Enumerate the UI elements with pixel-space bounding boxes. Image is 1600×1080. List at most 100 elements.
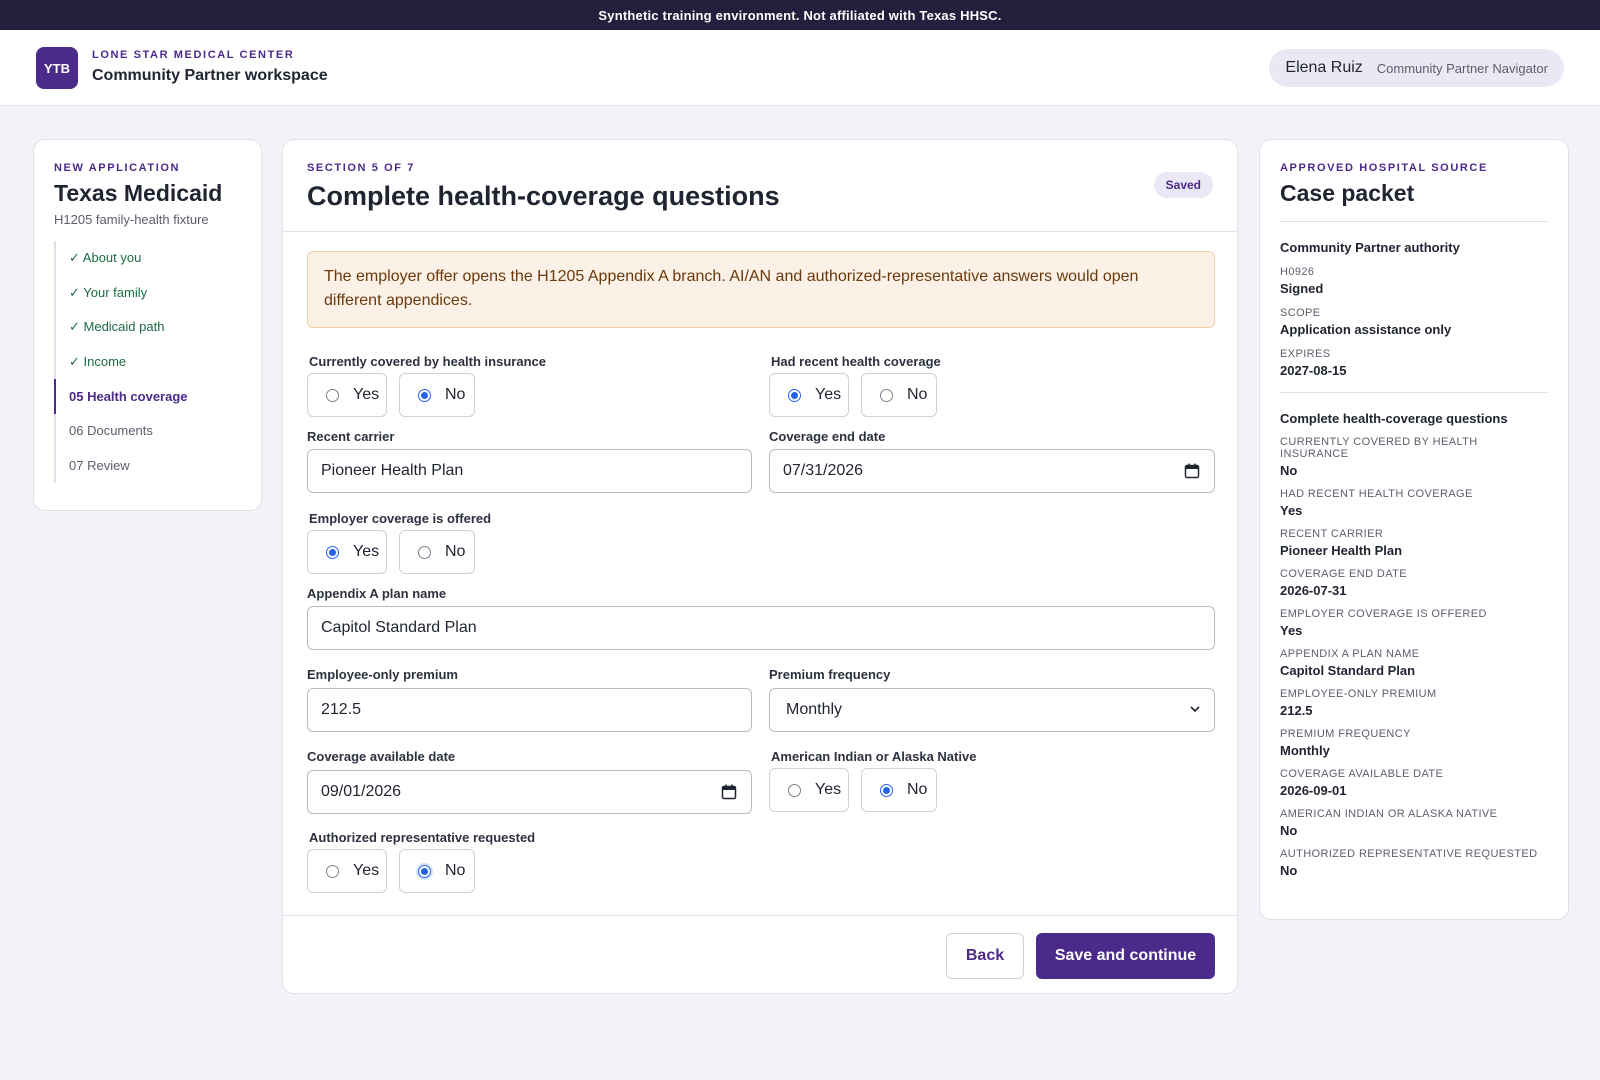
form-header: SECTION 5 OF 7 Complete health-coverage … — [283, 140, 1237, 232]
radio-selected-icon — [418, 388, 431, 402]
packet-key: RECENT CARRIER — [1280, 528, 1384, 540]
currently-covered-no[interactable]: No — [399, 373, 475, 417]
packet-value: Capitol Standard Plan — [1280, 663, 1416, 678]
packet-value: No — [1280, 463, 1298, 478]
packet-value: 2026-07-31 — [1280, 583, 1347, 598]
step-income[interactable]: ✓ Income — [54, 345, 241, 380]
packet-key: CURRENTLY COVERED BY HEALTH INSURANCE — [1280, 436, 1478, 460]
chevron-down-icon — [1190, 706, 1200, 713]
recent-coverage-yes[interactable]: Yes — [769, 373, 849, 417]
currently-covered-yes[interactable]: Yes — [307, 373, 387, 417]
packet-key: EMPLOYEE-ONLY PREMIUM — [1280, 688, 1437, 700]
packet-key: SCOPE — [1280, 307, 1321, 319]
nav-title: Texas Medicaid — [54, 180, 223, 206]
aian-yes[interactable]: Yes — [769, 768, 849, 812]
packet-key: AUTHORIZED REPRESENTATIVE REQUESTED — [1280, 848, 1538, 860]
packet-key: AMERICAN INDIAN OR ALASKA NATIVE — [1280, 808, 1498, 820]
packet-key: EXPIRES — [1280, 348, 1331, 360]
step-your-family[interactable]: ✓ Your family — [54, 276, 241, 311]
calendar-icon[interactable] — [1184, 463, 1200, 479]
divider — [1280, 392, 1548, 393]
authorized-rep-yes[interactable]: Yes — [307, 849, 387, 893]
authority-heading: Community Partner authority — [1280, 240, 1460, 255]
coverage-available-date-label: Coverage available date — [307, 749, 456, 764]
radio-icon — [418, 545, 431, 559]
section-indicator: SECTION 5 OF 7 — [307, 162, 415, 174]
step-medicaid-path[interactable]: ✓ Medicaid path — [54, 310, 241, 345]
packet-key: H0926 — [1280, 266, 1315, 278]
case-packet-card: APPROVED HOSPITAL SOURCE Case packet Com… — [1259, 139, 1569, 920]
health-coverage-form: SECTION 5 OF 7 Complete health-coverage … — [282, 139, 1238, 994]
packet-key: PREMIUM FREQUENCY — [1280, 728, 1411, 740]
nav-eyebrow: NEW APPLICATION — [54, 162, 181, 174]
authorized-rep-no[interactable]: No — [399, 849, 475, 893]
step-review[interactable]: 07 Review — [54, 448, 241, 483]
employer-offered-no[interactable]: No — [399, 530, 475, 574]
recent-carrier-input[interactable]: Pioneer Health Plan — [307, 449, 752, 493]
calendar-icon[interactable] — [721, 784, 737, 800]
branch-alert: The employer offer opens the H1205 Appen… — [307, 251, 1215, 328]
workspace-name: Community Partner workspace — [92, 67, 328, 84]
step-health-coverage[interactable]: 05 Health coverage — [54, 379, 241, 414]
packet-key: EMPLOYER COVERAGE IS OFFERED — [1280, 608, 1487, 620]
coverage-end-date-label: Coverage end date — [769, 429, 886, 444]
radio-selected-icon — [326, 545, 339, 559]
coverage-end-date-input[interactable]: 07/31/2026 — [769, 449, 1215, 493]
employer-offered-yes[interactable]: Yes — [307, 530, 387, 574]
packet-value: Pioneer Health Plan — [1280, 543, 1403, 558]
packet-value: Monthly — [1280, 743, 1330, 758]
packet-value: Yes — [1280, 623, 1303, 638]
application-steps-card: NEW APPLICATION Texas Medicaid H1205 fam… — [33, 139, 262, 511]
plan-name-label: Appendix A plan name — [307, 586, 447, 601]
top-bar: YTB LONE STAR MEDICAL CENTER Community P… — [0, 30, 1600, 106]
save-and-continue-button[interactable]: Save and continue — [1036, 933, 1215, 979]
packet-key: COVERAGE AVAILABLE DATE — [1280, 768, 1444, 780]
user-menu[interactable]: Elena Ruiz Community Partner Navigator — [1269, 49, 1564, 87]
packet-value: 2026-09-01 — [1280, 783, 1347, 798]
nav-subtitle: H1205 family-health fixture — [54, 212, 209, 227]
radio-selected-icon — [788, 388, 801, 402]
authorized-rep-label: Authorized representative requested — [309, 830, 536, 845]
plan-name-input[interactable]: Capitol Standard Plan — [307, 606, 1215, 650]
step-about-you[interactable]: ✓ About you — [54, 241, 241, 276]
radio-selected-icon — [418, 864, 431, 878]
recent-coverage-label: Had recent health coverage — [771, 354, 941, 369]
premium-frequency-select[interactable]: Monthly — [769, 688, 1215, 732]
answers-heading: Complete health-coverage questions — [1280, 411, 1508, 426]
radio-icon — [326, 388, 339, 402]
packet-key: HAD RECENT HEALTH COVERAGE — [1280, 488, 1473, 500]
org-logo: YTB — [36, 47, 78, 89]
aian-no[interactable]: No — [861, 768, 937, 812]
packet-value: 212.5 — [1280, 703, 1313, 718]
org-block: LONE STAR MEDICAL CENTER Community Partn… — [92, 49, 328, 85]
step-documents[interactable]: 06 Documents — [54, 414, 241, 449]
radio-icon — [788, 783, 801, 797]
packet-key: APPENDIX A PLAN NAME — [1280, 648, 1420, 660]
coverage-available-date-input[interactable]: 09/01/2026 — [307, 770, 752, 814]
environment-banner: Synthetic training environment. Not affi… — [0, 0, 1600, 30]
packet-eyebrow: APPROVED HOSPITAL SOURCE — [1280, 162, 1488, 174]
radio-icon — [326, 864, 339, 878]
back-button[interactable]: Back — [946, 933, 1024, 979]
packet-value: No — [1280, 863, 1298, 878]
aian-label: American Indian or Alaska Native — [771, 749, 977, 764]
packet-value: Yes — [1280, 503, 1303, 518]
packet-value: Signed — [1280, 281, 1324, 296]
form-footer-divider — [283, 915, 1237, 916]
user-role: Community Partner Navigator — [1376, 60, 1548, 76]
packet-value: 2027-08-15 — [1280, 363, 1347, 378]
radio-icon — [880, 388, 893, 402]
premium-input[interactable]: 212.5 — [307, 688, 752, 732]
packet-key: COVERAGE END DATE — [1280, 568, 1408, 580]
packet-value: Application assistance only — [1280, 322, 1452, 337]
packet-value: No — [1280, 823, 1298, 838]
premium-frequency-label: Premium frequency — [769, 667, 891, 682]
radio-selected-icon — [880, 783, 893, 797]
currently-covered-label: Currently covered by health insurance — [309, 354, 546, 369]
form-title: Complete health-coverage questions — [307, 181, 780, 211]
recent-carrier-label: Recent carrier — [307, 429, 395, 444]
recent-coverage-no[interactable]: No — [861, 373, 937, 417]
employer-offered-label: Employer coverage is offered — [309, 511, 492, 526]
saved-badge: Saved — [1153, 172, 1213, 198]
premium-label: Employee-only premium — [307, 667, 458, 682]
